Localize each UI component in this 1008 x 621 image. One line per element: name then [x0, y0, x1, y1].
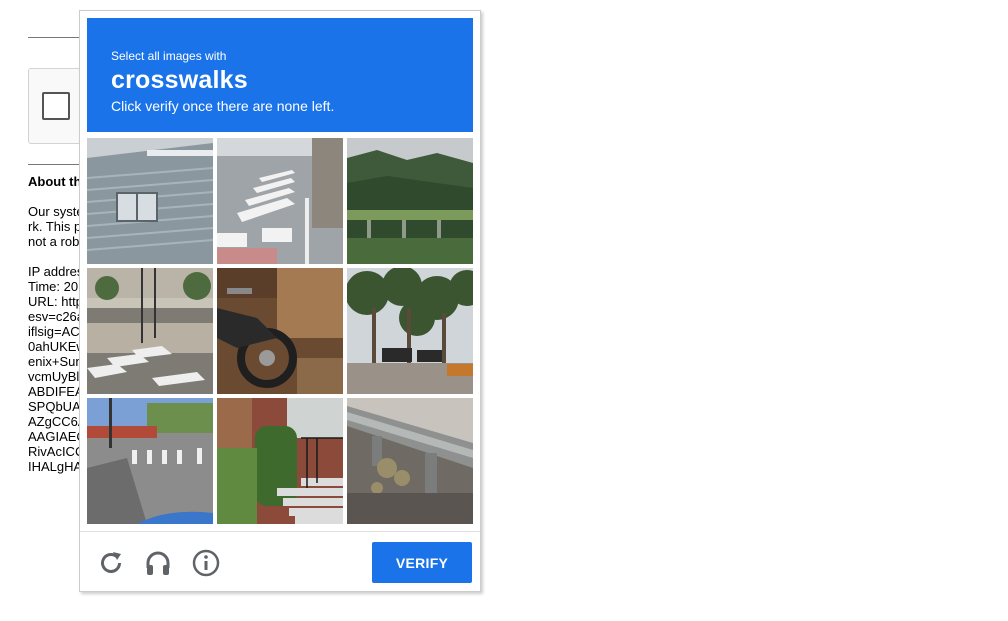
- top-divider: [28, 37, 80, 38]
- instruction-sub: Click verify once there are none left.: [111, 98, 335, 114]
- info-line: enix+Sun: [28, 354, 80, 369]
- footer-divider: [80, 531, 480, 532]
- info-line: IHALgHA: [28, 459, 80, 474]
- info-icon[interactable]: [191, 548, 221, 578]
- info-line: vcmUyBl: [28, 369, 80, 384]
- about-section: About th Our syste rk. This p not a rob …: [28, 174, 80, 474]
- tile-guardrail[interactable]: [347, 398, 473, 524]
- tile-road-crosswalk[interactable]: [217, 138, 343, 264]
- tile-trees-parking[interactable]: [347, 268, 473, 394]
- middle-divider: [28, 164, 80, 165]
- tile-building-facade[interactable]: [87, 138, 213, 264]
- info-line: iflsig=AC: [28, 324, 80, 339]
- verify-button[interactable]: VERIFY: [372, 542, 472, 583]
- captcha-challenge-dialog: Select all images with crosswalks Click …: [79, 10, 481, 592]
- info-line: AAGIAEC: [28, 429, 80, 444]
- about-line: Our syste: [28, 204, 80, 219]
- info-line: URL: http: [28, 294, 80, 309]
- info-line: ABDIFEA: [28, 384, 80, 399]
- robot-checkbox[interactable]: [42, 92, 70, 120]
- tile-mountain-bridge[interactable]: [347, 138, 473, 264]
- info-line: 0ahUKEw: [28, 339, 80, 354]
- about-line: not a rob: [28, 234, 80, 249]
- about-heading: About th: [28, 174, 80, 189]
- tile-intersection-crosswalk[interactable]: [87, 398, 213, 524]
- tile-hedge-stairs[interactable]: [217, 398, 343, 524]
- info-line: IP addres: [28, 264, 80, 279]
- reload-icon[interactable]: [96, 548, 126, 578]
- about-line: rk. This p: [28, 219, 80, 234]
- instruction-small: Select all images with: [111, 49, 227, 63]
- info-line: AZgCC6A: [28, 414, 80, 429]
- tile-street-crosswalk[interactable]: [87, 268, 213, 394]
- challenge-header: Select all images with crosswalks Click …: [87, 18, 473, 132]
- info-line: esv=c26a: [28, 309, 80, 324]
- challenge-target: crosswalks: [111, 66, 248, 94]
- info-line: SPQbUA: [28, 399, 80, 414]
- info-line: Time: 20: [28, 279, 79, 294]
- tile-motorcycle[interactable]: [217, 268, 343, 394]
- info-line: RivAcICC: [28, 444, 80, 459]
- image-grid: [87, 138, 473, 524]
- headphones-icon[interactable]: [143, 548, 173, 578]
